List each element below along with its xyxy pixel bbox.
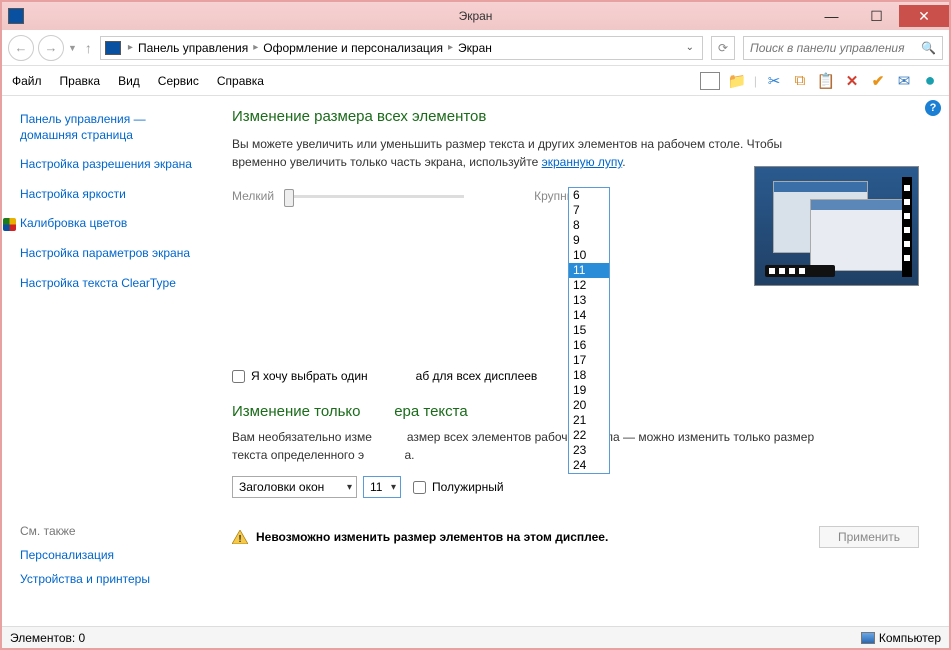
description-text-only: Вам необязательно изменять размер всех э… [232,428,822,464]
chevron-down-icon[interactable]: ⌄ [682,42,698,53]
maximize-button[interactable]: ☐ [854,5,899,27]
dropdown-option[interactable]: 12 [569,278,609,293]
status-item-count: Элементов: 0 [10,631,85,645]
check-icon[interactable]: ✔ [869,72,887,90]
dropdown-option[interactable]: 16 [569,338,609,353]
folder-icon[interactable]: 📁 [728,72,746,90]
chevron-right-icon: ▸ [128,42,133,53]
dropdown-option[interactable]: 15 [569,323,609,338]
menu-edit[interactable]: Правка [60,74,101,88]
content-area: ? Панель управления — домашняя страница … [2,96,949,626]
menu-view[interactable]: Вид [118,74,140,88]
dropdown-option[interactable]: 20 [569,398,609,413]
description-text: Вы можете увеличить или уменьшить размер… [232,135,822,171]
dropdown-option[interactable]: 9 [569,233,609,248]
dropdown-option[interactable]: 7 [569,203,609,218]
font-size-combo[interactable]: 11 [363,476,401,498]
window-title: Экран [459,9,493,23]
minimize-button[interactable]: — [809,5,854,27]
breadcrumb-item[interactable]: Панель управления [138,41,248,55]
dropdown-option[interactable]: 6 [569,188,609,203]
dropdown-option[interactable]: 11 [569,263,609,278]
location-icon [105,41,121,55]
dropdown-option[interactable]: 23 [569,443,609,458]
breadcrumb-bar[interactable]: ▸ Панель управления ▸ Оформление и персо… [100,36,703,60]
nav-up-button[interactable]: ↑ [81,40,96,56]
sidebar-link-brightness[interactable]: Настройка яркости [20,187,192,203]
font-size-dropdown-list[interactable]: 6789101112131415161718192021222324 [568,187,610,474]
slider-thumb[interactable] [284,189,294,207]
dropdown-option[interactable]: 17 [569,353,609,368]
nav-recent-dropdown[interactable]: ▼ [68,43,77,53]
menu-service[interactable]: Сервис [158,74,199,88]
layout-icon[interactable] [700,72,720,90]
app-icon [8,8,24,24]
menu-help[interactable]: Справка [217,74,264,88]
slider-min-label: Мелкий [232,189,274,203]
sidebar-link-home[interactable]: Панель управления — домашняя страница [20,112,192,143]
navigation-bar: ← → ▼ ↑ ▸ Панель управления ▸ Оформление… [2,30,949,66]
search-input[interactable] [750,41,921,55]
warning-text: Невозможно изменить размер элементов на … [256,530,608,544]
chevron-right-icon: ▸ [253,42,258,53]
sidebar-link-cleartype[interactable]: Настройка текста ClearType [20,276,192,292]
menu-file[interactable]: Файл [12,74,42,88]
preview-image [754,166,919,286]
dropdown-option[interactable]: 22 [569,428,609,443]
dropdown-option[interactable]: 10 [569,248,609,263]
dropdown-option[interactable]: 13 [569,293,609,308]
element-type-combo[interactable]: Заголовки окон [232,476,357,498]
status-bar: Элементов: 0 Компьютер [2,626,949,648]
mail-icon[interactable]: ✉ [895,72,913,90]
dropdown-option[interactable]: 21 [569,413,609,428]
computer-icon [861,632,875,644]
see-also-section: См. также Персонализация Устройства и пр… [20,524,200,586]
refresh-button[interactable]: ⟳ [711,36,735,60]
breadcrumb-item[interactable]: Оформление и персонализация [263,41,443,55]
dropdown-option[interactable]: 24 [569,458,609,473]
see-also-header: См. также [20,524,200,538]
sidebar-link-resolution[interactable]: Настройка разрешения экрана [20,157,192,173]
menu-bar: Файл Правка Вид Сервис Справка 📁 | ✂ ⧉ 📋… [2,66,949,96]
size-slider[interactable] [284,195,464,198]
see-also-personalization[interactable]: Персонализация [20,548,200,562]
text-size-controls: Заголовки окон 11 Полужирный [232,476,919,498]
copy-icon[interactable]: ⧉ [791,72,809,90]
checkbox-label-post: аб для всех дисплеев [416,369,538,383]
dropdown-option[interactable]: 14 [569,308,609,323]
cut-icon[interactable]: ✂ [765,72,783,90]
warning-row: ! Невозможно изменить размер элементов н… [232,526,919,548]
dropdown-option[interactable]: 18 [569,368,609,383]
main-panel: Изменение размера всех элементов Вы може… [202,96,949,626]
dropdown-option[interactable]: 19 [569,383,609,398]
paste-icon[interactable]: 📋 [817,72,835,90]
svg-text:!: ! [238,534,241,544]
nav-back-button[interactable]: ← [8,35,34,61]
status-location: Компьютер [879,631,941,645]
one-scale-checkbox[interactable] [232,370,245,383]
delete-icon[interactable]: ✕ [843,72,861,90]
nav-forward-button[interactable]: → [38,35,64,61]
titlebar[interactable]: Экран — ☐ ✕ [2,2,949,30]
sidebar-link-params[interactable]: Настройка параметров экрана [20,246,192,262]
breadcrumb-item[interactable]: Экран [458,41,492,55]
chevron-right-icon: ▸ [448,42,453,53]
search-icon[interactable]: 🔍 [921,41,936,55]
sidebar-link-calibrate[interactable]: Калибровка цветов [20,216,192,232]
shield-icon [3,218,16,231]
see-also-devices[interactable]: Устройства и принтеры [20,572,200,586]
close-button[interactable]: ✕ [899,5,949,27]
apply-button[interactable]: Применить [819,526,919,548]
window-frame: Экран — ☐ ✕ ← → ▼ ↑ ▸ Панель управления … [0,0,951,650]
chat-icon[interactable]: ● [921,72,939,90]
magnifier-link[interactable]: экранную лупу [542,155,623,169]
warning-icon: ! [232,530,248,544]
checkbox-label-pre: Я хочу выбрать один [251,369,368,383]
search-box[interactable]: 🔍 [743,36,943,60]
heading-resize-all: Изменение размера всех элементов [232,108,919,125]
bold-label: Полужирный [432,480,504,494]
bold-checkbox[interactable] [413,481,426,494]
dropdown-option[interactable]: 8 [569,218,609,233]
